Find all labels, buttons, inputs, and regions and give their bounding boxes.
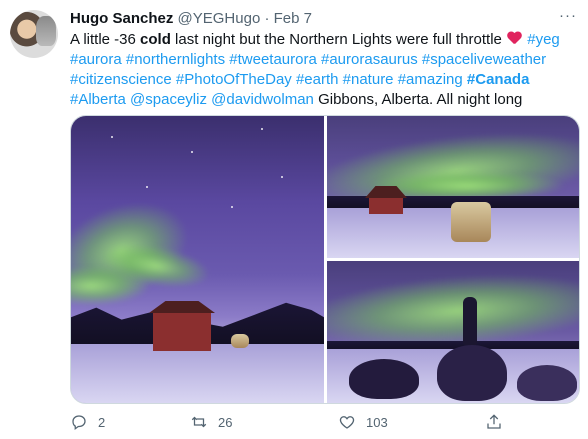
author-handle[interactable]: @YEGHugo [178, 10, 261, 27]
retweet-icon [190, 413, 208, 431]
hashtag-yeg[interactable]: #yeg [527, 31, 560, 48]
retweet-count: 26 [218, 414, 233, 430]
red-heart-emoji-icon [507, 32, 522, 46]
text-part-1: A little -36 [70, 31, 141, 48]
hashtags-line-3[interactable]: #citizenscience #PhotoOfTheDay #earth #n… [70, 71, 463, 88]
heart-icon [338, 413, 356, 431]
aurora-barn-bale-photo[interactable] [327, 116, 579, 258]
text-cold: cold [140, 31, 171, 48]
retweet-button[interactable]: 26 [190, 410, 232, 434]
aurora-person-photo[interactable] [327, 261, 579, 403]
media-grid [70, 115, 580, 404]
text-part-2: last night but the Northern Lights were … [170, 31, 507, 48]
tweet[interactable]: Hugo Sanchez @YEGHugo · Feb 7 ··· A litt… [0, 0, 588, 439]
header-separator: · [264, 10, 270, 27]
reply-icon [70, 413, 88, 431]
reply-button[interactable]: 2 [70, 410, 105, 434]
tweet-date[interactable]: Feb 7 [274, 10, 312, 27]
reply-count: 2 [98, 414, 106, 430]
more-options-icon[interactable]: ··· [558, 8, 578, 29]
like-count: 103 [366, 414, 388, 430]
author-name[interactable]: Hugo Sanchez [70, 10, 173, 27]
share-button[interactable] [485, 410, 503, 434]
avatar[interactable] [10, 10, 58, 58]
aurora-barn-photo[interactable] [71, 116, 324, 403]
share-icon [485, 413, 503, 431]
text-tail: Gibbons, Alberta. All night long [313, 91, 523, 108]
hashtags-mentions-line-4[interactable]: #Alberta @spaceyliz @davidwolman [70, 91, 314, 108]
tweet-text: A little -36 cold last night but the Nor… [70, 30, 580, 110]
tweet-header: Hugo Sanchez @YEGHugo · Feb 7 [70, 9, 312, 29]
avatar-dog-image [36, 16, 56, 46]
tweet-actions: 2 26 103 [70, 410, 570, 434]
hashtag-canada[interactable]: #Canada [467, 71, 530, 88]
hashtags-line-2[interactable]: #aurora #northernlights #tweetaurora #au… [70, 51, 546, 68]
like-button[interactable]: 103 [338, 410, 388, 434]
